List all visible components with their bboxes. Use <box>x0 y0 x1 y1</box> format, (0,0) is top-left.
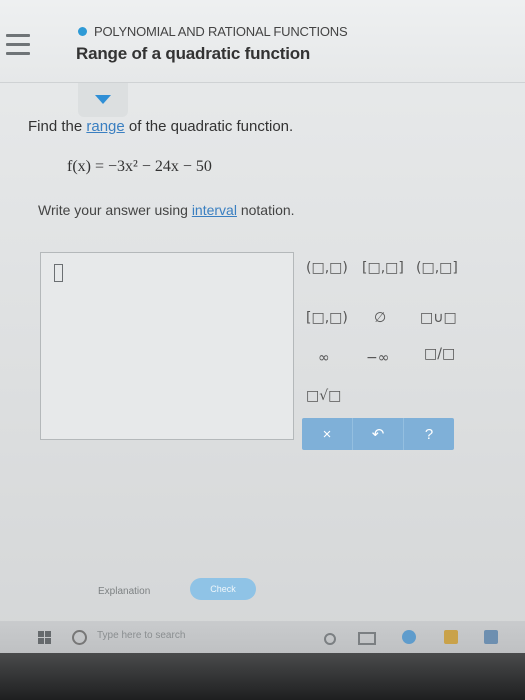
monitor-bezel <box>0 653 525 700</box>
file-explorer-icon[interactable] <box>444 630 458 644</box>
explanation-button[interactable]: Explanation <box>92 583 156 600</box>
help-button[interactable]: ? <box>404 418 454 450</box>
union-key[interactable]: □∪□ <box>420 310 457 326</box>
interval-link[interactable]: interval <box>192 202 237 218</box>
store-icon[interactable] <box>484 630 498 644</box>
open-interval-key[interactable]: (□,□) <box>306 260 348 276</box>
equation: f(x) = −3x² − 24x − 50 <box>67 158 212 175</box>
question-text: Find the range of the quadratic function… <box>28 118 294 135</box>
open-closed-interval-key[interactable]: (□,□] <box>416 260 458 276</box>
taskbar: Type here to search <box>0 621 525 653</box>
taskbar-search-input[interactable]: Type here to search <box>97 630 185 641</box>
closed-interval-key[interactable]: [□,□] <box>362 260 404 276</box>
menu-icon[interactable] <box>6 34 30 56</box>
clear-button[interactable]: × <box>302 418 353 450</box>
keypad-action-bar: × ↶ ? <box>302 418 454 450</box>
expand-dropdown-button[interactable] <box>78 83 128 117</box>
header: POLYNOMIAL AND RATIONAL FUNCTIONS Range … <box>0 0 525 83</box>
instruction-text: Write your answer using interval notatio… <box>38 202 295 218</box>
microphone-icon[interactable] <box>324 633 336 645</box>
screen: POLYNOMIAL AND RATIONAL FUNCTIONS Range … <box>0 0 525 700</box>
answer-input[interactable] <box>40 252 294 440</box>
input-placeholder-box <box>54 264 63 282</box>
range-link[interactable]: range <box>86 118 124 135</box>
windows-start-icon[interactable] <box>38 631 52 644</box>
triangle-down-icon <box>95 95 111 104</box>
page-title: Range of a quadratic function <box>76 44 311 63</box>
undo-button[interactable]: ↶ <box>353 418 404 450</box>
negative-infinity-key[interactable]: −∞ <box>366 350 389 366</box>
sqrt-key[interactable]: □√□ <box>306 388 341 404</box>
fraction-key[interactable]: □/□ <box>424 346 455 362</box>
task-view-icon[interactable] <box>358 632 376 645</box>
topic-dot-icon <box>78 27 87 36</box>
edge-browser-icon[interactable] <box>402 630 416 644</box>
check-button[interactable]: Check <box>190 578 256 600</box>
math-keypad: (□,□) [□,□] (□,□] [□,□) ∅ □∪□ ∞ −∞ □/□ □… <box>300 258 460 416</box>
closed-open-interval-key[interactable]: [□,□) <box>306 310 348 326</box>
empty-set-key[interactable]: ∅ <box>374 310 386 326</box>
infinity-key[interactable]: ∞ <box>318 350 330 366</box>
topic-label: POLYNOMIAL AND RATIONAL FUNCTIONS <box>78 24 348 39</box>
search-icon[interactable] <box>72 630 87 645</box>
